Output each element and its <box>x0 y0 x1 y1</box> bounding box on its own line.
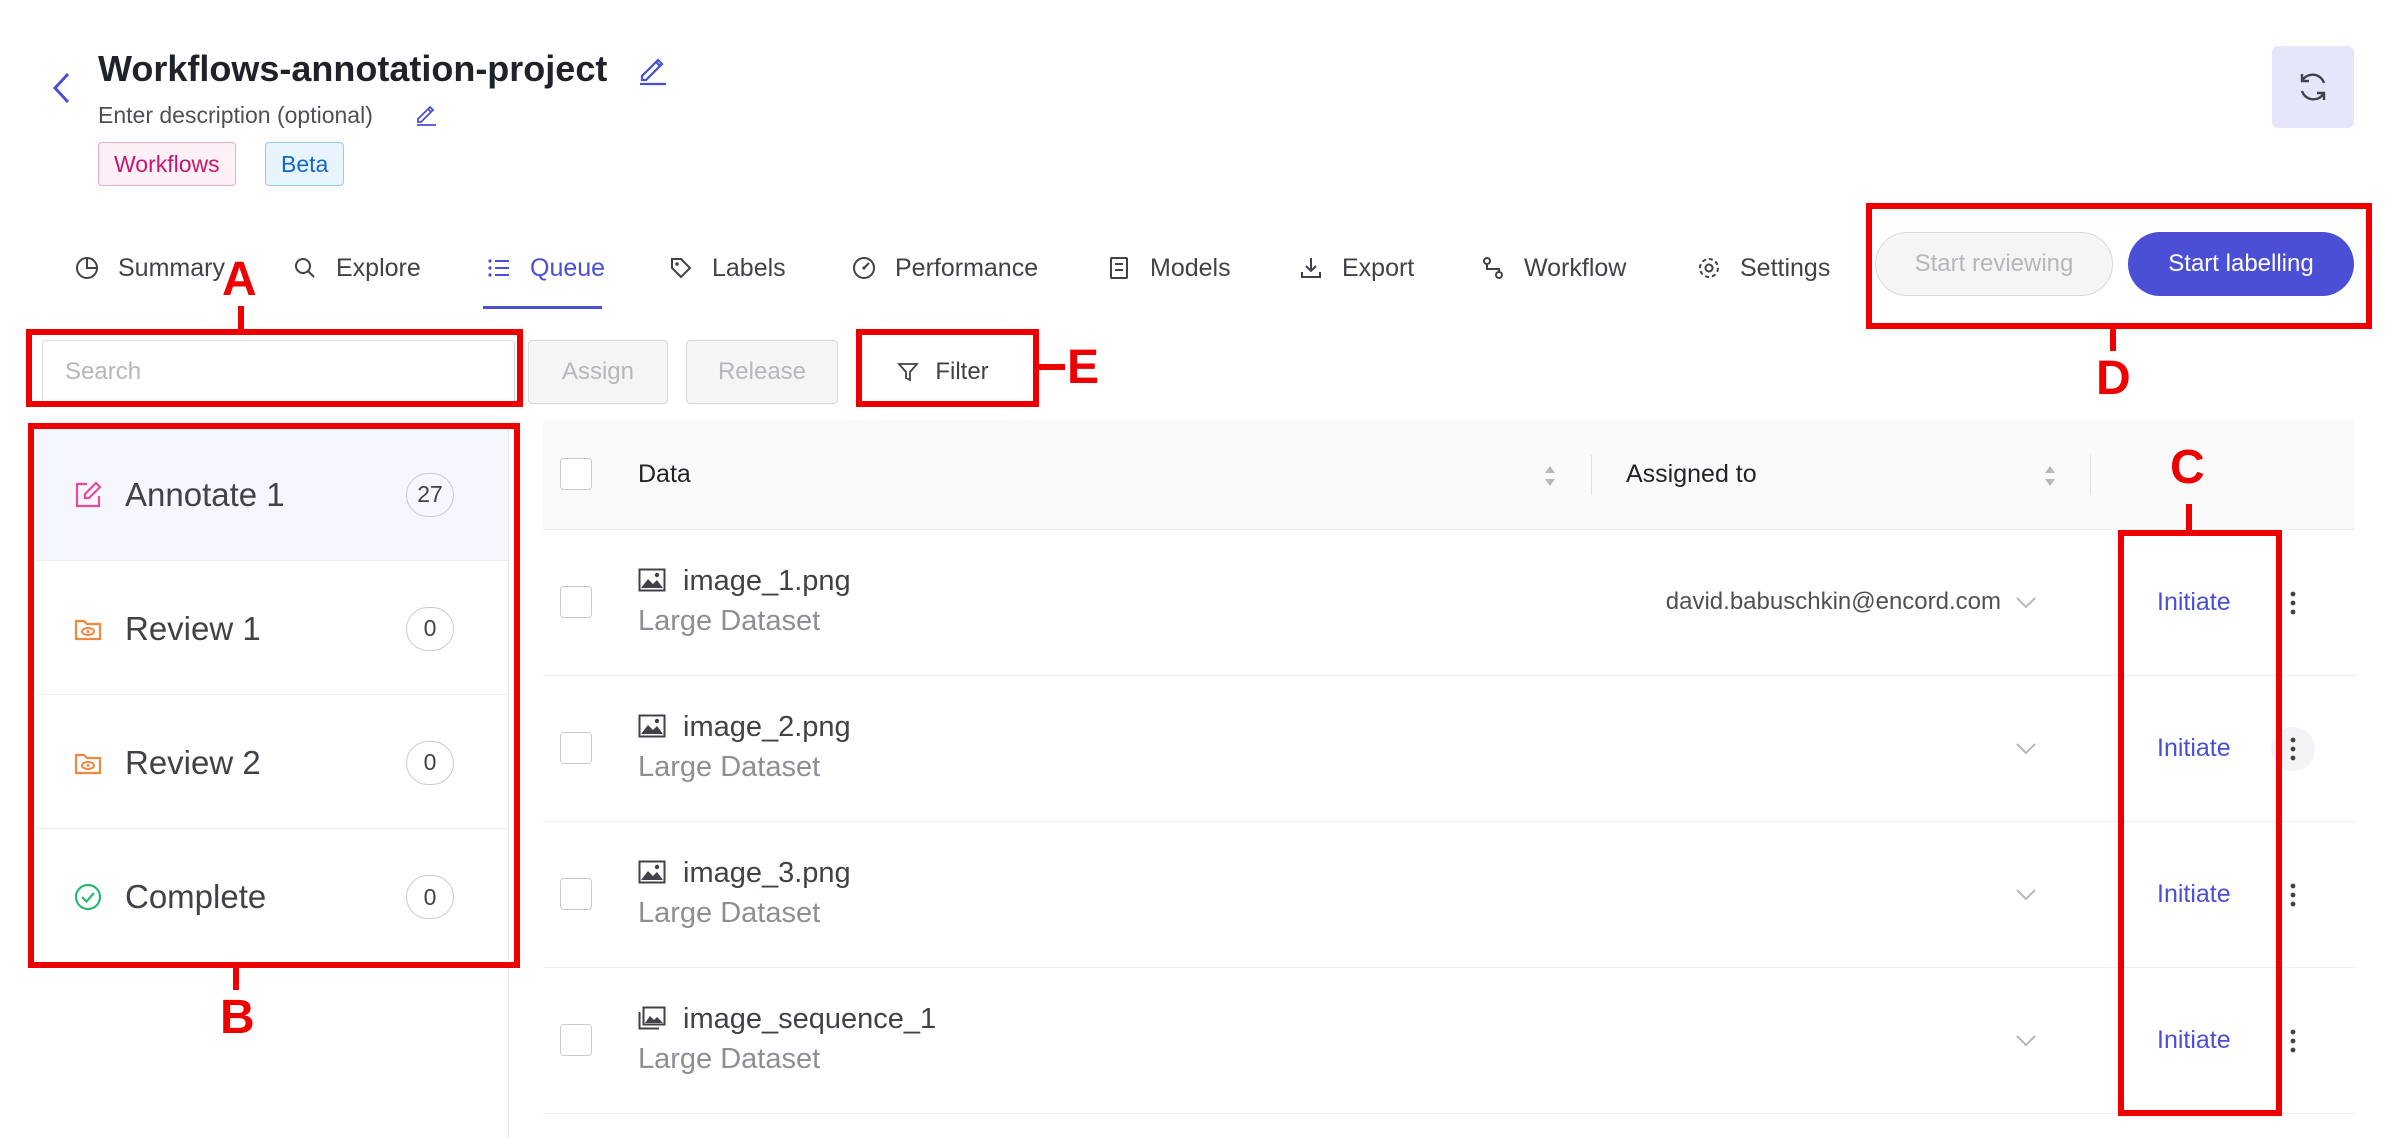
annotation-label-b: B <box>220 991 255 1044</box>
row-checkbox[interactable] <box>560 878 592 910</box>
row-checkbox[interactable] <box>560 1024 592 1056</box>
annotation-line-d <box>2110 329 2116 351</box>
model-icon <box>1110 257 1128 279</box>
dataset-name: Large Dataset <box>638 1043 821 1075</box>
tag-icon <box>671 258 692 279</box>
column-separator <box>1591 455 1592 495</box>
column-header-data: Data <box>638 460 691 488</box>
annotation-box-c <box>2118 530 2282 1116</box>
tab-label: Export <box>1342 253 1415 282</box>
annotation-line-c <box>2186 504 2192 530</box>
tab-settings[interactable]: Settings <box>1696 248 1830 288</box>
sort-icon[interactable] <box>2043 462 2057 490</box>
pie-chart-icon <box>76 257 98 279</box>
file-name[interactable]: image_3.png <box>683 857 851 890</box>
table-row[interactable]: image_1.png Large Dataset david.babuschk… <box>543 530 2355 676</box>
tab-workflow[interactable]: Workflow <box>1480 248 1626 288</box>
tab-label: Summary <box>118 253 225 282</box>
assignee-select[interactable]: david.babuschkin@encord.com <box>1666 588 2001 616</box>
chevron-down-icon[interactable] <box>2015 1034 2037 1048</box>
sync-icon <box>2300 73 2326 101</box>
row-checkbox[interactable] <box>560 586 592 618</box>
back-button[interactable] <box>46 68 78 108</box>
row-checkbox[interactable] <box>560 732 592 764</box>
tab-label: Models <box>1150 253 1231 282</box>
dataset-name: Large Dataset <box>638 897 821 929</box>
sync-button[interactable] <box>2272 46 2354 128</box>
annotation-box-b <box>28 423 520 968</box>
annotation-label-d: D <box>2096 352 2131 405</box>
more-vertical-icon <box>2290 591 2296 615</box>
column-separator <box>2090 455 2091 495</box>
chevron-left-icon <box>52 72 70 104</box>
table-row[interactable]: image_3.png Large Dataset Initiate <box>543 822 2355 968</box>
image-sequence-icon <box>638 1006 666 1030</box>
chevron-down-icon[interactable] <box>2015 596 2037 610</box>
tab-label: Explore <box>336 253 421 282</box>
edit-title-icon[interactable] <box>636 52 670 86</box>
chevron-down-icon[interactable] <box>2015 888 2037 902</box>
image-icon <box>638 568 666 592</box>
tab-queue[interactable]: Queue <box>486 248 605 288</box>
annotation-line-b <box>233 968 239 990</box>
beta-tag: Beta <box>265 142 345 186</box>
assign-button[interactable]: Assign <box>528 340 668 404</box>
chevron-down-icon[interactable] <box>2015 742 2037 756</box>
edit-description-icon[interactable] <box>414 102 438 126</box>
annotation-label-a: A <box>222 253 257 306</box>
list-icon <box>488 259 509 277</box>
tab-explore[interactable]: Explore <box>292 248 421 288</box>
more-vertical-icon <box>2290 1029 2296 1053</box>
tab-label: Workflow <box>1524 253 1627 282</box>
annotation-box-d <box>1866 203 2372 329</box>
dataset-name: Large Dataset <box>638 605 821 637</box>
active-tab-indicator <box>483 306 602 309</box>
gear-icon <box>1699 258 1719 278</box>
file-name[interactable]: image_2.png <box>683 711 851 744</box>
project-description: Enter description (optional) <box>98 102 373 128</box>
image-icon <box>638 714 666 738</box>
table-header: Data Assigned to <box>543 420 2355 530</box>
gauge-icon <box>853 257 875 279</box>
annotation-label-e: E <box>1067 341 1100 394</box>
annotation-box-e <box>856 329 1039 407</box>
tab-label: Performance <box>895 253 1039 282</box>
table-row[interactable]: image_2.png Large Dataset Initiate <box>543 676 2355 822</box>
release-button[interactable]: Release <box>686 340 838 404</box>
dataset-name: Large Dataset <box>638 751 821 783</box>
workflow-icon <box>1483 257 1503 279</box>
tab-label: Labels <box>712 253 786 282</box>
table-row[interactable]: image_sequence_1 Large Dataset Initiate <box>543 968 2355 1114</box>
column-header-assigned-to: Assigned to <box>1626 460 1757 488</box>
project-title: Workflows-annotation-project <box>98 48 608 89</box>
file-name[interactable]: image_1.png <box>683 565 851 598</box>
workflows-tag: Workflows <box>98 142 236 186</box>
annotation-box-a <box>26 329 523 407</box>
select-all-checkbox[interactable] <box>560 458 592 490</box>
more-vertical-icon <box>2290 737 2296 761</box>
more-vertical-icon <box>2290 883 2296 907</box>
tab-export[interactable]: Export <box>1298 248 1414 288</box>
sort-icon[interactable] <box>1543 462 1557 490</box>
tab-performance[interactable]: Performance <box>851 248 1038 288</box>
download-icon <box>1301 258 1321 278</box>
file-name[interactable]: image_sequence_1 <box>683 1003 936 1036</box>
annotation-label-c: C <box>2170 441 2205 494</box>
tab-label: Settings <box>1740 253 1831 282</box>
tab-labels[interactable]: Labels <box>668 248 786 288</box>
tab-models[interactable]: Models <box>1106 248 1231 288</box>
image-icon <box>638 860 666 884</box>
annotation-line-a <box>238 306 244 329</box>
annotation-line-e <box>1039 364 1065 370</box>
tab-label: Queue <box>530 253 606 282</box>
search-icon <box>295 258 315 278</box>
tab-summary[interactable]: Summary <box>74 248 225 288</box>
